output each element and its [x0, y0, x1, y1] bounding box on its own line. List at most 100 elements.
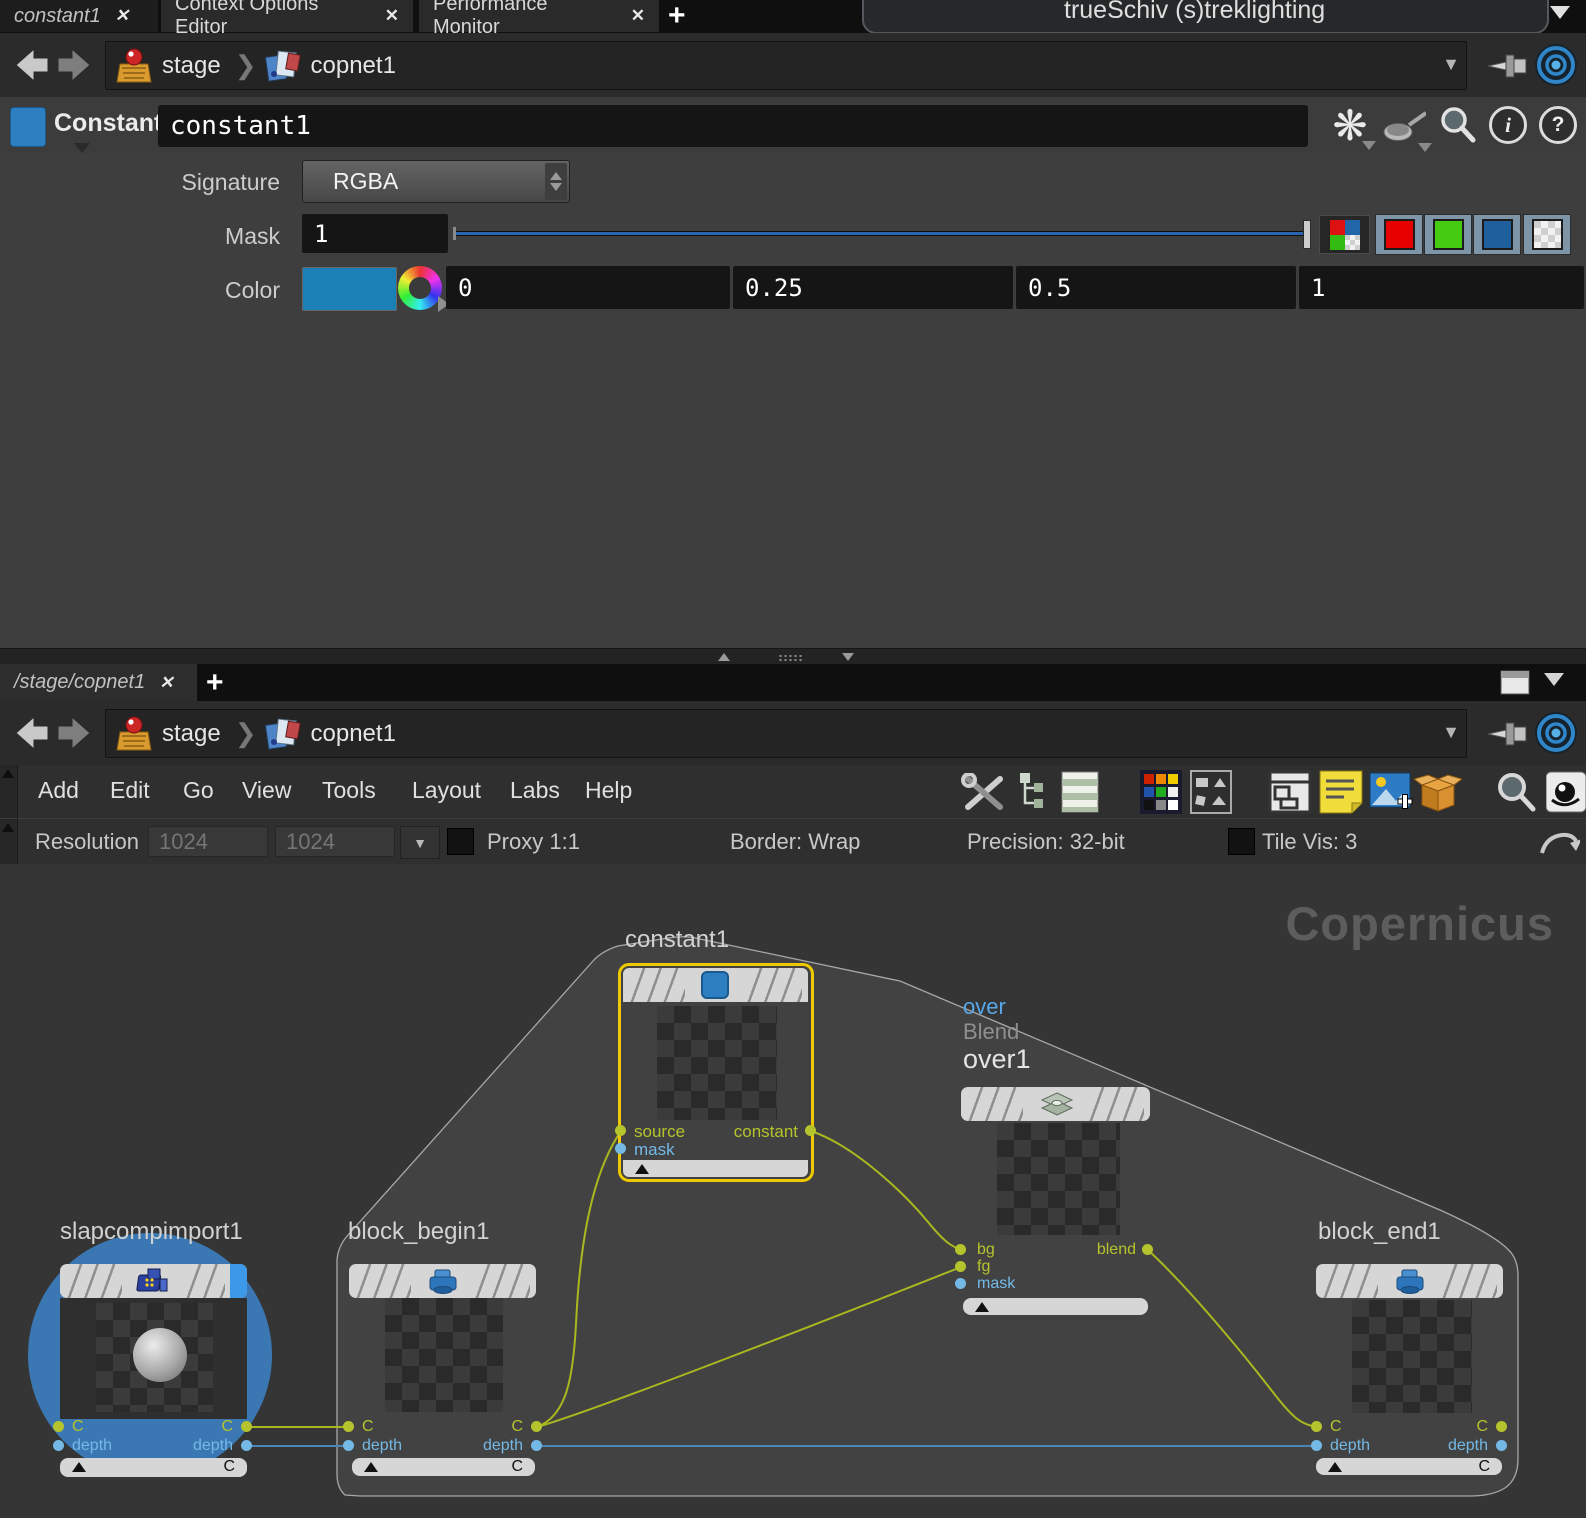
- splitter-grip-icon[interactable]: [778, 654, 804, 661]
- input-port-bg[interactable]: [955, 1244, 966, 1255]
- rgba-quad-button[interactable]: [1319, 215, 1370, 254]
- link-target-icon[interactable]: [1532, 41, 1580, 89]
- tab-stage-copnet[interactable]: /stage/copnet1 ✕: [0, 664, 197, 701]
- spinner-icon[interactable]: [545, 163, 567, 200]
- output-port-depth[interactable]: [1496, 1440, 1507, 1451]
- search-icon[interactable]: [1436, 101, 1480, 149]
- network-editor[interactable]: Copernicus slapcompimport1 C depth C dep…: [0, 864, 1586, 1518]
- info-icon[interactable]: i: [1486, 101, 1530, 149]
- input-port-mask[interactable]: [615, 1143, 626, 1154]
- asset-box-icon[interactable]: [1414, 771, 1462, 813]
- output-port-depth[interactable]: [241, 1440, 252, 1451]
- menu-go[interactable]: Go: [183, 777, 214, 804]
- pane-collapse-strip[interactable]: [0, 819, 18, 865]
- chip-dropdown-icon[interactable]: [74, 143, 90, 153]
- channel-blue-button[interactable]: [1473, 214, 1521, 255]
- search-icon[interactable]: [1494, 771, 1538, 813]
- input-port-c[interactable]: [343, 1421, 354, 1432]
- path-field[interactable]: stage ❯ copnet1 ▼: [105, 41, 1467, 90]
- splitter-expand-up-icon[interactable]: [718, 653, 730, 661]
- tree-view-icon[interactable]: [1018, 771, 1054, 813]
- breadcrumb-stage[interactable]: stage: [162, 52, 221, 80]
- network-box-outline[interactable]: [337, 937, 1518, 1496]
- color-palette-icon[interactable]: [1140, 770, 1182, 814]
- close-icon[interactable]: ✕: [159, 673, 173, 693]
- channel-red-button[interactable]: [1375, 214, 1423, 255]
- desktop-layout-icon[interactable]: [1268, 770, 1312, 814]
- splitter-expand-down-icon[interactable]: [842, 653, 854, 661]
- mask-slider-track[interactable]: [455, 231, 1305, 236]
- channel-alpha-button[interactable]: [1523, 214, 1571, 255]
- tile-vis-checkbox[interactable]: [1228, 828, 1255, 855]
- path-dropdown-icon[interactable]: ▼: [1442, 54, 1460, 75]
- breadcrumb-copnet[interactable]: copnet1: [311, 720, 396, 748]
- pin-icon[interactable]: [1484, 711, 1530, 757]
- pin-icon[interactable]: [1484, 43, 1530, 89]
- pane-collapse-strip[interactable]: [0, 765, 18, 818]
- input-port-c[interactable]: [1311, 1421, 1322, 1432]
- help-icon[interactable]: ?: [1536, 101, 1580, 149]
- input-port-fg[interactable]: [955, 1261, 966, 1272]
- signature-dropdown[interactable]: RGBA: [302, 160, 570, 203]
- back-arrow-icon[interactable]: [8, 711, 52, 755]
- pane-menu-dropdown-icon[interactable]: [1544, 673, 1564, 686]
- color-a-input[interactable]: 1: [1299, 266, 1584, 309]
- tab-context-options[interactable]: Context Options Editor ✕: [161, 0, 413, 32]
- input-port-source[interactable]: [615, 1125, 626, 1136]
- node-block-end1[interactable]: [1316, 1264, 1503, 1298]
- input-port-depth[interactable]: [53, 1440, 64, 1451]
- output-port-depth[interactable]: [531, 1440, 542, 1451]
- color-g-input[interactable]: 0.25: [733, 266, 1013, 309]
- menu-labs[interactable]: Labs: [510, 777, 560, 804]
- add-tab-button[interactable]: +: [668, 0, 686, 32]
- input-port-depth[interactable]: [1311, 1440, 1322, 1451]
- display-flag[interactable]: [230, 1264, 247, 1298]
- popup-dropdown-icon[interactable]: [1550, 6, 1570, 19]
- tab-performance-monitor[interactable]: Performance Monitor ✕: [419, 0, 659, 32]
- list-view-icon[interactable]: [1060, 770, 1100, 814]
- menu-tools[interactable]: Tools: [322, 777, 376, 804]
- add-tab-button[interactable]: +: [206, 664, 224, 701]
- add-image-icon[interactable]: [1368, 769, 1414, 815]
- link-target-icon[interactable]: [1532, 709, 1580, 757]
- node-header[interactable]: [623, 968, 808, 1002]
- shape-palette-icon[interactable]: [1190, 770, 1232, 814]
- frying-pan-icon[interactable]: [1382, 101, 1426, 149]
- sticky-note-icon[interactable]: [1318, 769, 1364, 815]
- tools-icon[interactable]: [960, 773, 1012, 813]
- output-port-c[interactable]: [1496, 1421, 1507, 1432]
- color-swatch[interactable]: [302, 267, 397, 311]
- back-arrow-icon[interactable]: [8, 43, 52, 87]
- close-icon[interactable]: ✕: [631, 6, 645, 26]
- node-footer[interactable]: C: [60, 1458, 247, 1477]
- breadcrumb-stage[interactable]: stage: [162, 720, 221, 748]
- color-r-input[interactable]: 0: [446, 266, 730, 309]
- input-port-depth[interactable]: [343, 1440, 354, 1451]
- menu-layout[interactable]: Layout: [412, 777, 481, 804]
- gear-icon[interactable]: ❋: [1328, 101, 1372, 149]
- color-wheel-icon[interactable]: [398, 266, 442, 310]
- resolution-width-input[interactable]: 1024: [148, 826, 268, 857]
- channel-green-button[interactable]: [1424, 214, 1472, 255]
- output-port-blend[interactable]: [1142, 1244, 1153, 1255]
- node-over1[interactable]: [961, 1087, 1150, 1121]
- breadcrumb-copnet[interactable]: copnet1: [311, 52, 396, 80]
- input-port-mask[interactable]: [955, 1278, 966, 1289]
- path-dropdown-icon[interactable]: ▼: [1442, 722, 1460, 743]
- close-icon[interactable]: ✕: [385, 6, 399, 26]
- tab-constant1[interactable]: constant1 ✕: [0, 0, 158, 32]
- node-footer[interactable]: C: [1316, 1458, 1502, 1475]
- path-field[interactable]: stage ❯ copnet1 ▼: [105, 709, 1467, 758]
- color-b-input[interactable]: 0.5: [1016, 266, 1296, 309]
- output-port-constant[interactable]: [805, 1125, 816, 1136]
- menu-view[interactable]: View: [242, 777, 291, 804]
- resolution-height-input[interactable]: 1024: [275, 826, 395, 857]
- menu-help[interactable]: Help: [585, 777, 632, 804]
- proxy-checkbox[interactable]: [447, 828, 474, 855]
- node-footer[interactable]: C: [352, 1458, 535, 1476]
- node-color-chip[interactable]: [10, 107, 46, 147]
- recook-icon[interactable]: [1536, 825, 1580, 861]
- forward-arrow-icon[interactable]: [54, 711, 98, 755]
- node-slapcompimport1[interactable]: [60, 1264, 247, 1298]
- visibility-eye-icon[interactable]: [1546, 770, 1586, 814]
